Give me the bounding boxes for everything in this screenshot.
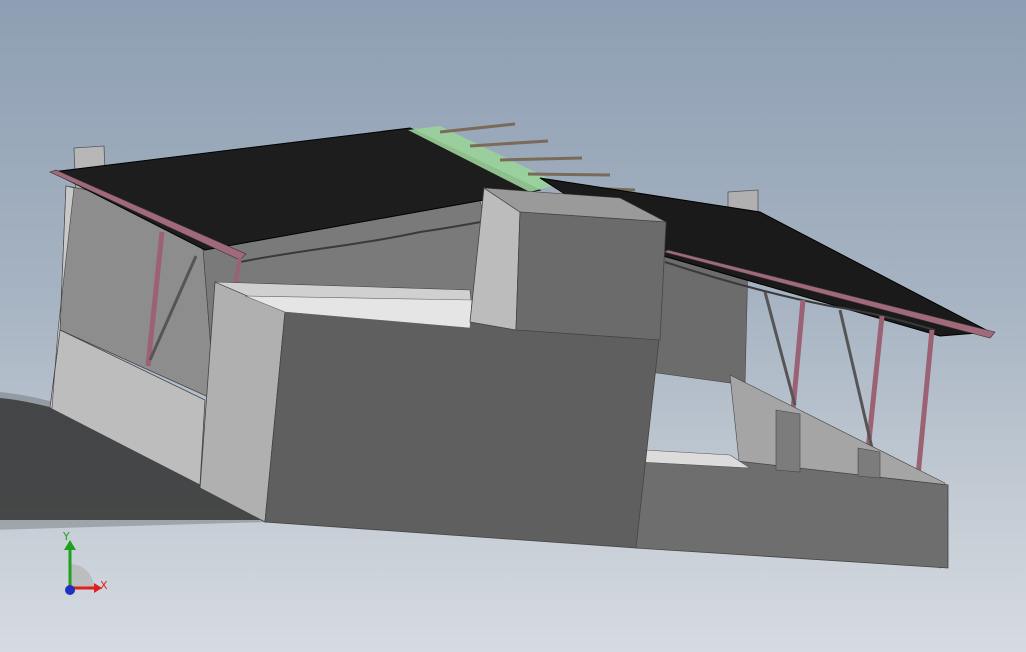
column-right-1 [790, 299, 806, 411]
triad-arc [70, 564, 94, 588]
z-axis-dot [65, 585, 75, 595]
brace-right-2 [838, 309, 874, 449]
tower-front-face [515, 211, 667, 341]
y-axis-label: Y [63, 530, 70, 543]
rafter-4 [527, 172, 611, 177]
model-scene[interactable] [0, 0, 1026, 652]
column-right-3 [915, 329, 935, 477]
front-block-front-face [264, 311, 661, 549]
x-axis-label: X [100, 579, 108, 592]
rafter-1 [439, 122, 516, 134]
rafter-2 [469, 139, 549, 148]
rafter-3 [499, 156, 583, 162]
cad-viewport[interactable]: Y X [0, 0, 1026, 652]
coordinate-triad[interactable]: Y X [50, 528, 120, 603]
column-right-2 [865, 315, 885, 451]
triad-graphic [64, 540, 102, 595]
brace-right-1 [763, 291, 797, 406]
pillar-right-inner-2 [857, 447, 881, 479]
pillar-right-inner-1 [775, 409, 801, 473]
